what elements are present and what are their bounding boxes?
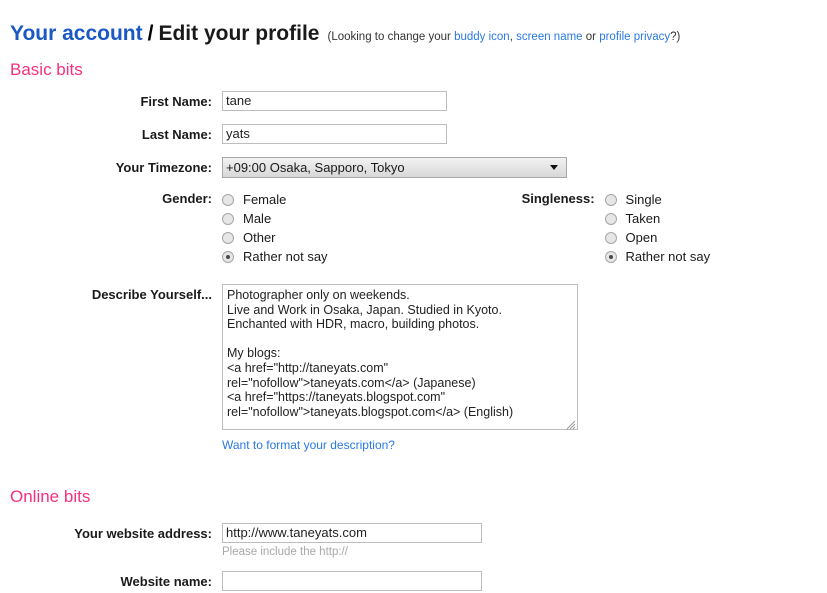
singleness-radio-label: Taken	[625, 211, 661, 226]
radio-icon[interactable]	[222, 212, 234, 225]
singleness-radio-open[interactable]: Open	[604, 228, 711, 247]
describe-field-wrap: Photographer only on weekends. Live and …	[222, 284, 827, 452]
timezone-select[interactable]: +09:00 Osaka, Sapporo, Tokyo	[222, 157, 567, 178]
website-address-field-wrap: Please include the http://	[222, 523, 827, 558]
gender-block: Gender: Female Male Other Rather not say	[0, 190, 328, 266]
last-name-label: Last Name:	[141, 127, 212, 142]
singleness-radio-label: Rather not say	[625, 249, 711, 264]
gender-radio-label: Male	[243, 211, 272, 226]
singleness-block: Singleness: Single Taken Open Rather not…	[483, 190, 711, 266]
gender-radio-label: Rather not say	[243, 249, 328, 264]
radio-columns: Gender: Female Male Other Rather not say…	[0, 190, 827, 266]
online-bits-section: Online bits Your website address: Please…	[0, 487, 827, 593]
page-title: Edit your profile	[158, 22, 320, 45]
radio-icon-selected[interactable]	[222, 250, 234, 263]
timezone-select-wrap[interactable]: +09:00 Osaka, Sapporo, Tokyo	[222, 157, 567, 178]
gender-radio-label: Other	[243, 230, 276, 245]
header-note-or: or	[582, 31, 600, 43]
website-address-hint: Please include the http://	[222, 546, 348, 558]
website-address-row: Your website address: Please include the…	[0, 523, 827, 558]
last-name-field-wrap	[222, 124, 827, 144]
gender-radio-label: Female	[243, 192, 287, 207]
describe-row: Describe Yourself... Photographer only o…	[0, 284, 827, 452]
last-name-input[interactable]	[222, 124, 447, 144]
website-address-input[interactable]	[222, 523, 482, 543]
first-name-field-wrap	[222, 91, 827, 111]
radio-icon[interactable]	[222, 231, 234, 244]
title-separator: /	[147, 22, 154, 45]
radio-icon[interactable]	[604, 231, 617, 244]
timezone-label: Your Timezone:	[115, 160, 212, 175]
header-note-suffix: ?)	[670, 31, 681, 43]
radio-icon[interactable]	[604, 212, 617, 225]
describe-textarea-wrap: Photographer only on weekends. Live and …	[222, 284, 578, 433]
header-note-prefix: (Looking to change your	[327, 31, 455, 43]
header-note: (Looking to change your buddy icon, scre…	[327, 31, 680, 43]
first-name-label: First Name:	[140, 94, 212, 109]
last-name-row: Last Name:	[0, 124, 827, 146]
page-header: Your account / Edit your profile (Lookin…	[0, 0, 827, 46]
website-name-input[interactable]	[222, 571, 482, 591]
timezone-row: Your Timezone: +09:00 Osaka, Sapporo, To…	[0, 157, 827, 179]
describe-label: Describe Yourself...	[91, 287, 212, 302]
website-name-label: Website name:	[120, 574, 212, 589]
buddy-icon-link[interactable]: buddy icon	[454, 31, 510, 43]
singleness-radio-single[interactable]: Single	[604, 190, 711, 209]
section-heading-online-bits: Online bits	[10, 487, 91, 506]
website-name-row: Website name:	[0, 571, 827, 593]
screen-name-link[interactable]: screen name	[516, 31, 582, 43]
section-heading-basic-bits: Basic bits	[10, 60, 83, 79]
profile-privacy-link[interactable]: profile privacy	[599, 31, 670, 43]
singleness-radio-label: Open	[625, 230, 658, 245]
first-name-row: First Name:	[0, 91, 827, 113]
gender-radio-group: Female Male Other Rather not say	[222, 190, 328, 266]
describe-textarea[interactable]: Photographer only on weekends. Live and …	[222, 284, 578, 430]
singleness-radio-rather-not-say[interactable]: Rather not say	[604, 247, 711, 266]
gender-radio-female[interactable]: Female	[222, 190, 328, 209]
gender-radio-rather-not-say[interactable]: Rather not say	[222, 247, 328, 266]
singleness-radio-label: Single	[625, 192, 662, 207]
singleness-radio-group: Single Taken Open Rather not say	[604, 190, 711, 266]
timezone-field-wrap: +09:00 Osaka, Sapporo, Tokyo	[222, 157, 827, 178]
website-name-field-wrap	[222, 571, 827, 591]
gender-label: Gender:	[162, 191, 212, 206]
radio-icon[interactable]	[222, 193, 234, 206]
first-name-input[interactable]	[222, 91, 447, 111]
your-account-link[interactable]: Your account	[10, 22, 143, 46]
gender-radio-male[interactable]: Male	[222, 209, 328, 228]
gender-radio-other[interactable]: Other	[222, 228, 328, 247]
singleness-radio-taken[interactable]: Taken	[604, 209, 711, 228]
radio-icon[interactable]	[604, 193, 617, 206]
format-description-link[interactable]: Want to format your description?	[222, 438, 395, 452]
website-address-label: Your website address:	[74, 526, 212, 541]
radio-icon-selected[interactable]	[604, 250, 617, 263]
singleness-label: Singleness:	[521, 191, 595, 206]
